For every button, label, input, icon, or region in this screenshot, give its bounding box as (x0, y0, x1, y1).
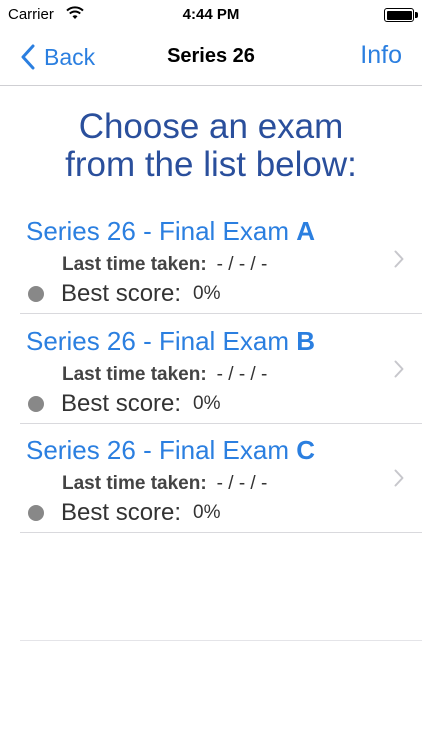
exam-title-text: Series 26 - Final Exam (26, 435, 297, 465)
exam-letter: B (296, 326, 315, 356)
best-score: Best score: 0% (28, 280, 221, 308)
exam-letter: C (296, 435, 315, 465)
chevron-right-icon (394, 360, 404, 378)
best-score-label: Best score: (61, 390, 182, 417)
last-taken-label: Last time taken: (62, 364, 207, 385)
status-dot-icon (28, 286, 44, 302)
chevron-right-icon (394, 469, 404, 487)
exam-title-text: Series 26 - Final Exam (26, 326, 297, 356)
last-taken-value: - / - / - (216, 473, 268, 494)
exam-title: Series 26 - Final Exam B (26, 326, 315, 357)
best-score-value: 0% (193, 283, 221, 304)
page-title: Series 26 (167, 45, 255, 67)
info-button[interactable]: Info (360, 41, 402, 70)
last-taken-label: Last time taken: (62, 254, 207, 275)
last-taken: Last time taken: - / - / - (62, 473, 267, 495)
last-taken-label: Last time taken: (62, 473, 207, 494)
exam-list-item-b[interactable]: Series 26 - Final Exam B Last time taken… (20, 314, 422, 424)
last-taken-value: - / - / - (216, 364, 268, 385)
status-bar: Carrier 4:44 PM (0, 0, 422, 30)
navigation-bar: Back Series 26 Info (0, 30, 422, 86)
best-score: Best score: 0% (28, 390, 221, 418)
exam-title-text: Series 26 - Final Exam (26, 216, 297, 246)
status-dot-icon (28, 396, 44, 412)
best-score-value: 0% (193, 393, 221, 414)
last-taken: Last time taken: - / - / - (62, 254, 267, 276)
best-score-label: Best score: (61, 280, 182, 307)
exam-list-item-a[interactable]: Series 26 - Final Exam A Last time taken… (20, 204, 422, 314)
exam-list-item-c[interactable]: Series 26 - Final Exam C Last time taken… (20, 423, 422, 533)
status-dot-icon (28, 505, 44, 521)
best-score: Best score: 0% (28, 499, 221, 527)
list-separator (20, 640, 422, 641)
best-score-value: 0% (193, 502, 221, 523)
instruction-line-1: Choose an exam (78, 107, 344, 146)
battery-icon (384, 8, 418, 22)
last-taken: Last time taken: - / - / - (62, 364, 267, 386)
instruction-heading: Choose an exam from the list below: (0, 108, 422, 184)
exam-letter: A (296, 216, 315, 246)
best-score-label: Best score: (61, 499, 182, 526)
exam-title: Series 26 - Final Exam C (26, 435, 315, 466)
exam-title: Series 26 - Final Exam A (26, 216, 315, 247)
last-taken-value: - / - / - (216, 254, 268, 275)
instruction-line-2: from the list below: (65, 145, 357, 184)
chevron-right-icon (394, 250, 404, 268)
clock-time: 4:44 PM (182, 6, 240, 23)
